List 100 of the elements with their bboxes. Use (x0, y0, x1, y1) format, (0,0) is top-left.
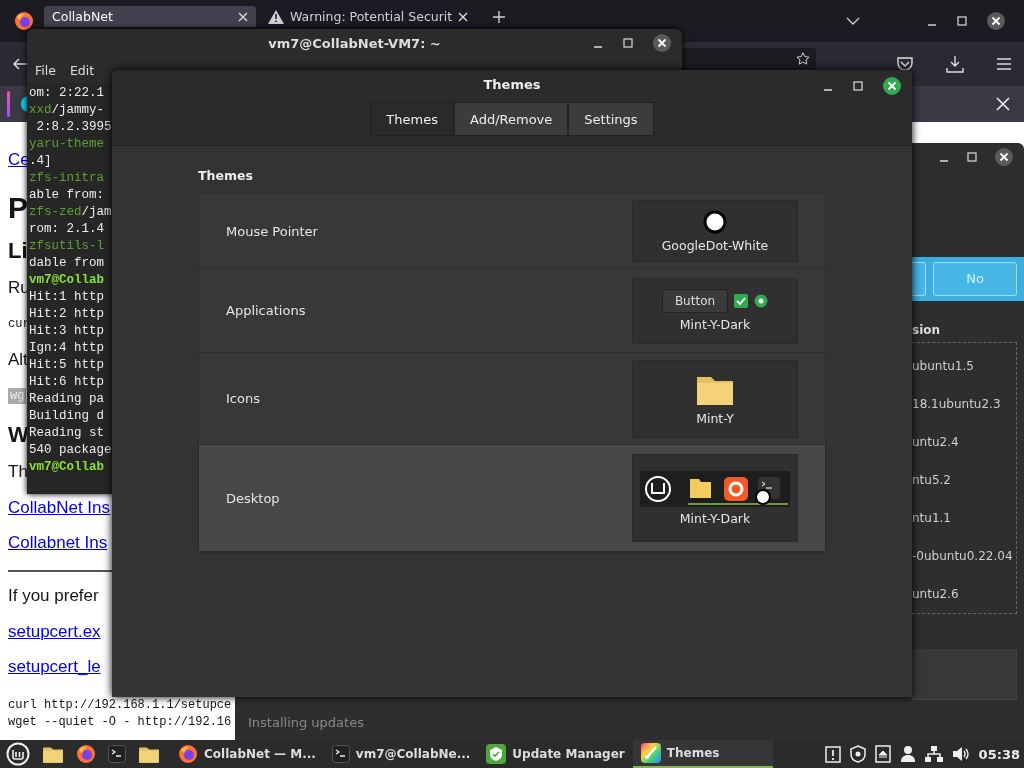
terminal-line: zfs-initra (29, 170, 105, 187)
taskbar-window-button[interactable]: CollabNet — M... (170, 740, 324, 768)
taskbar-window-button[interactable]: vm7@CollabNe... (323, 740, 479, 768)
page-link[interactable]: setupcert_le (8, 657, 101, 677)
version-cell: ntu5.2 (912, 473, 951, 487)
maximize-icon[interactable] (622, 37, 634, 49)
download-icon[interactable] (946, 55, 964, 73)
paintbrush-icon (640, 743, 661, 763)
page-link[interactable]: setupcert.ex (8, 622, 101, 642)
theme-name: GoogleDot-White (661, 237, 769, 253)
page-subheading: W (8, 422, 29, 448)
terminal-line: rom: 2.1.4 (29, 221, 105, 238)
code-text: wg (8, 388, 27, 404)
terminal-line: Hit:6 http (29, 374, 105, 391)
status-text: Installing updates (248, 715, 364, 730)
terminal-icon[interactable] (331, 745, 350, 763)
terminal-line: dable from (29, 255, 105, 272)
version-cell: untu2.4 (912, 435, 959, 449)
settings-row[interactable]: Icons Mint-Y (199, 353, 825, 445)
user-icon[interactable] (899, 745, 916, 763)
row-label: Icons (226, 391, 260, 406)
terminal-icon[interactable] (108, 745, 126, 763)
page-subheading: Li (8, 238, 28, 264)
clipboard-icon[interactable] (824, 745, 841, 763)
page-link[interactable]: CollabNet Ins (8, 498, 111, 518)
new-tab-icon[interactable] (492, 10, 507, 24)
theme-preview[interactable]: GoogleDot-White (632, 200, 798, 262)
close-icon[interactable] (458, 11, 469, 22)
terminal-line: Hit:5 http (29, 357, 105, 374)
menu-item[interactable]: File (35, 62, 56, 78)
checkbox-icon (734, 294, 749, 308)
theme-preview[interactable]: Mint-Y-Dark (632, 454, 798, 542)
row-label: Desktop (226, 490, 280, 506)
close-icon[interactable] (996, 97, 1010, 111)
version-cell: 18.1ubuntu2.3 (912, 397, 1001, 411)
shield-icon (486, 744, 507, 764)
menu-logo-icon[interactable] (6, 742, 30, 766)
tab[interactable]: Add/Remove (454, 102, 569, 136)
settings-row[interactable]: Desktop Mint-Y-Dark (199, 445, 825, 552)
settings-row[interactable]: Applications Button Mint-Y-Dark (199, 269, 825, 353)
pocket-icon[interactable] (896, 56, 914, 72)
browser-logo-icon[interactable] (14, 11, 34, 31)
theme-name: Mint-Y-Dark (679, 317, 751, 332)
volume-icon[interactable] (951, 746, 970, 762)
clock[interactable]: 05:38 (978, 746, 1020, 762)
terminal-line: Reading st (29, 425, 105, 442)
close-icon[interactable] (238, 11, 248, 22)
pointer-dot-icon (703, 209, 727, 234)
page-link[interactable]: Collabnet Ins (8, 533, 108, 553)
terminal-line: Reading pa (29, 391, 105, 408)
terminal-line: .4] (29, 153, 53, 170)
terminal-line: Hit:2 http (29, 306, 105, 323)
theme-preview[interactable]: Mint-Y (632, 359, 798, 438)
menu-item[interactable]: Edit (69, 62, 95, 78)
tab[interactable]: Themes (370, 102, 454, 136)
page-text: Alt (8, 350, 28, 370)
close-icon[interactable] (986, 11, 1006, 31)
terminal-line: yaru-theme (29, 136, 105, 153)
terminal-line: Hit:1 http (29, 289, 105, 306)
eject-icon[interactable] (874, 745, 891, 763)
taskbar-window-button[interactable]: Update Manager (478, 740, 633, 768)
dialog-button[interactable] (912, 261, 926, 296)
settings-row[interactable]: Mouse Pointer GoogleDot-White (199, 194, 825, 269)
chevron-down-icon[interactable] (846, 17, 860, 25)
files-icon[interactable] (138, 744, 160, 764)
warning-icon (268, 9, 284, 24)
close-icon[interactable] (994, 147, 1014, 168)
command-line: curl http://192.168.1.1/setupce (8, 697, 232, 714)
network-icon[interactable] (924, 745, 943, 763)
terminal-line: zfs-zed/jam (29, 204, 112, 221)
terminal-line: 2:8.2.3995 (35, 119, 112, 136)
maximize-icon[interactable] (852, 80, 864, 92)
close-icon[interactable] (882, 76, 902, 96)
version-cell: ubuntu1.5 (912, 359, 974, 373)
browser-tab[interactable]: CollabNet (44, 6, 256, 27)
terminal-line: zfsutils-l (29, 238, 105, 255)
page-heading: P (8, 191, 28, 225)
theme-name: Mint-Y (696, 411, 734, 426)
browser-icon[interactable] (76, 744, 96, 764)
theme-preview[interactable]: Button Mint-Y-Dark (632, 277, 798, 344)
code-text: cur (8, 316, 30, 332)
page-text: Th (8, 462, 28, 482)
theme-name: Mint-Y-Dark (679, 510, 751, 526)
tab[interactable]: Settings (568, 102, 654, 136)
shield-icon[interactable] (849, 745, 866, 763)
close-icon[interactable] (652, 33, 672, 53)
terminal-line: able from: (29, 187, 105, 204)
back-arrow-icon[interactable] (12, 56, 28, 72)
terminal-line: om: 2:22.1 (29, 85, 105, 102)
terminal-line: vm7@Collab (29, 459, 105, 476)
maximize-icon[interactable] (956, 15, 968, 27)
star-icon[interactable] (796, 52, 810, 66)
column-header[interactable]: sion (912, 318, 1024, 342)
menu-icon[interactable] (996, 57, 1012, 71)
taskbar-window-button[interactable]: Themes (632, 740, 773, 768)
browser-icon[interactable] (178, 744, 198, 764)
version-cell: untu2.6 (912, 587, 959, 601)
folder-icon[interactable] (42, 744, 64, 764)
maximize-icon[interactable] (966, 151, 978, 164)
browser-tab[interactable]: Warning: Potential Securit (260, 6, 477, 27)
